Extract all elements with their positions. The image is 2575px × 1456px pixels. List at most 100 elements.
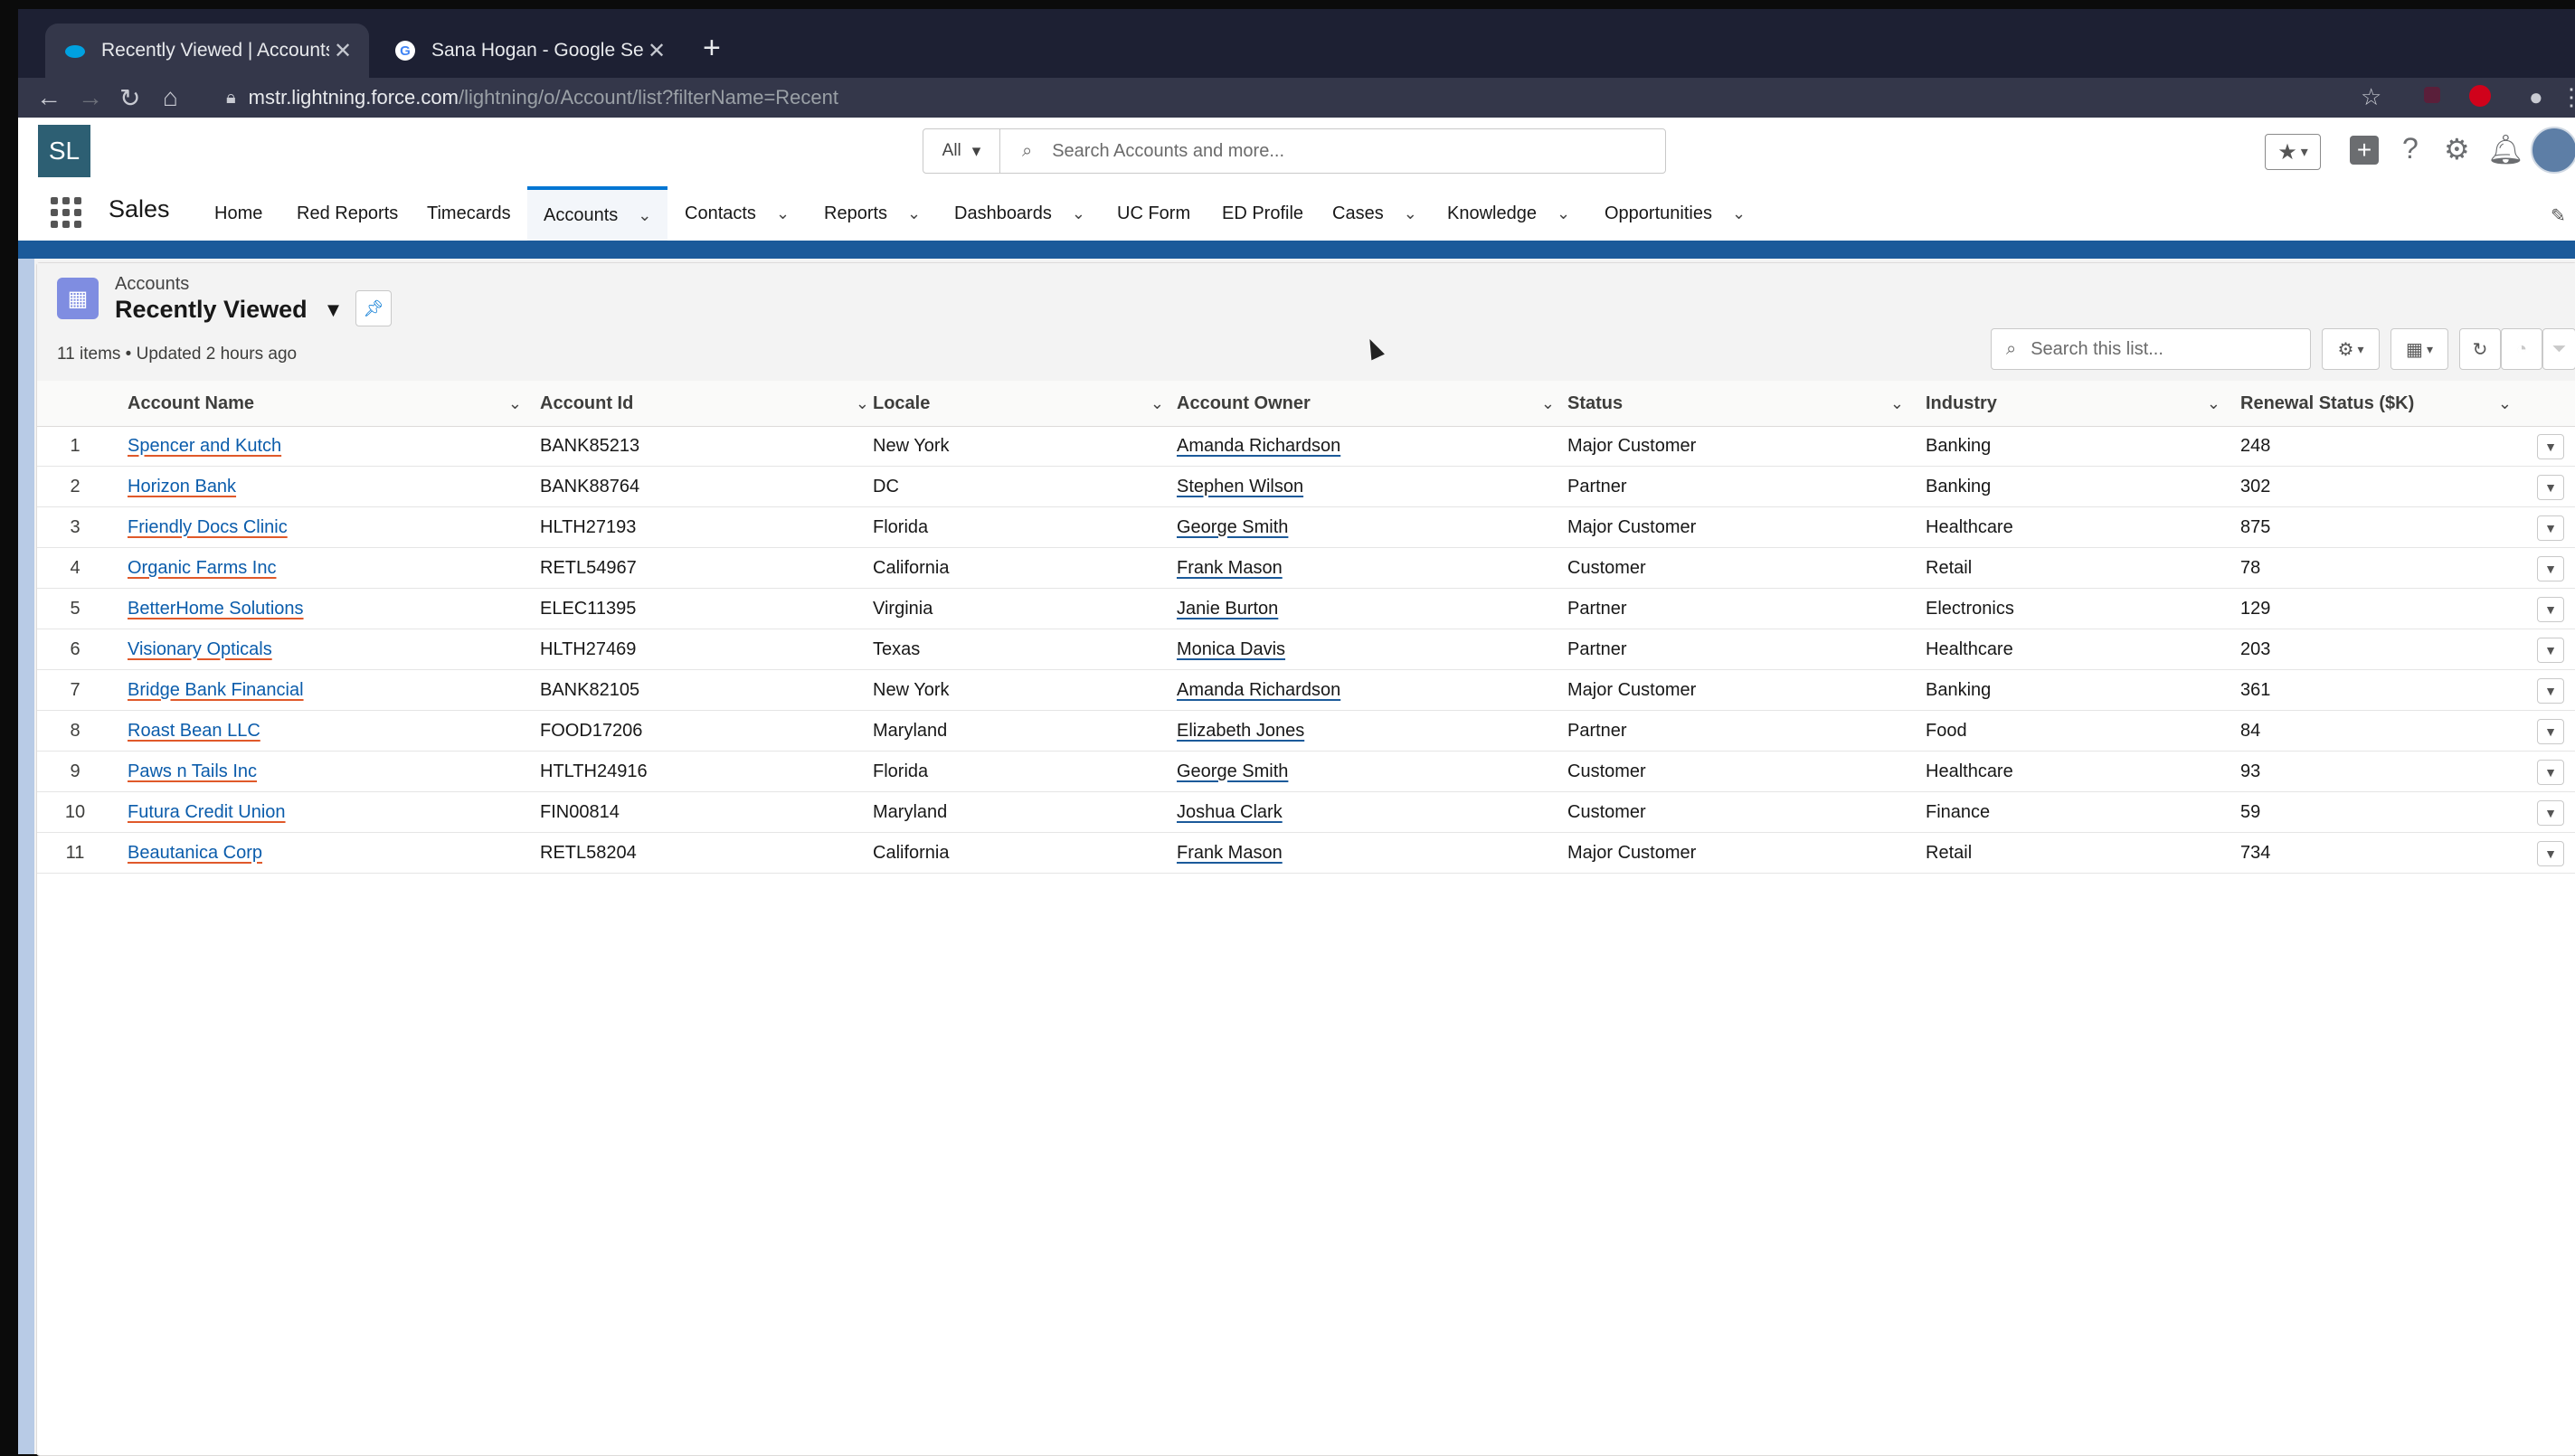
table-row[interactable]: 6 Visionary Opticals HLTH27469 Texas Monica … — [37, 629, 2575, 670]
chevron-down-icon[interactable]: ⌄ — [1072, 204, 1085, 223]
row-actions-dropdown-icon[interactable]: ▼ — [2537, 841, 2564, 866]
account-owner-link[interactable]: Monica Davis — [1177, 629, 1285, 669]
chevron-down-icon[interactable]: ⌄ — [1541, 394, 1555, 413]
column-header-locale[interactable]: Locale ⌄ — [873, 381, 1164, 426]
account-owner-link[interactable]: Amanda Richardson — [1177, 670, 1340, 710]
filter-button[interactable]: ⏷ — [2542, 328, 2575, 370]
extension-icon[interactable] — [2424, 87, 2440, 103]
column-header-status[interactable]: Status ⌄ — [1567, 381, 1904, 426]
account-owner-link[interactable]: George Smith — [1177, 752, 1288, 791]
setup-gear-icon[interactable]: ⚙ — [2444, 132, 2470, 166]
row-actions-dropdown-icon[interactable]: ▼ — [2537, 678, 2564, 704]
chevron-down-icon[interactable]: ⌄ — [2207, 394, 2220, 413]
account-name-link[interactable]: Bridge Bank Financial — [128, 670, 304, 710]
table-row[interactable]: 7 Bridge Bank Financial BANK82105 New York A… — [37, 670, 2575, 711]
forward-icon[interactable]: → — [78, 83, 103, 112]
chevron-down-icon[interactable]: ⌄ — [776, 204, 790, 223]
notifications-bell-icon[interactable]: 🔔︎ — [2487, 132, 2524, 166]
nav-item-accounts[interactable]: Accounts ⌄ — [527, 186, 668, 241]
account-owner-link[interactable]: Frank Mason — [1177, 833, 1283, 873]
search-scope-dropdown[interactable]: All ▾ — [923, 129, 1000, 173]
table-row[interactable]: 9 Paws n Tails Inc HTLTH24916 Florida George… — [37, 752, 2575, 792]
account-name-link[interactable]: Paws n Tails Inc — [128, 752, 257, 791]
row-actions-dropdown-icon[interactable]: ▼ — [2537, 800, 2564, 826]
account-owner-link[interactable]: Amanda Richardson — [1177, 426, 1340, 466]
help-icon[interactable]: ? — [2402, 132, 2419, 165]
table-row[interactable]: 8 Roast Bean LLC FOOD17206 Maryland Elizabet… — [37, 711, 2575, 752]
close-tab-icon[interactable]: ✕ — [643, 38, 670, 64]
nav-item-home[interactable]: Home — [214, 186, 262, 241]
display-as-button[interactable]: ▦ ▾ — [2390, 328, 2448, 370]
close-tab-icon[interactable]: ✕ — [329, 38, 356, 64]
home-icon[interactable]: ⌂ — [163, 83, 178, 112]
column-header-industry[interactable]: Industry ⌄ — [1926, 381, 2220, 426]
account-owner-link[interactable]: Stephen Wilson — [1177, 467, 1303, 506]
table-row[interactable]: 3 Friendly Docs Clinic HLTH27193 Florida Geo… — [37, 507, 2575, 548]
list-settings-button[interactable]: ⚙ ▾ — [2322, 328, 2380, 370]
user-avatar[interactable] — [2531, 127, 2575, 174]
account-name-link[interactable]: Horizon Bank — [128, 467, 236, 506]
nav-item-uc-form[interactable]: UC Form — [1117, 186, 1190, 241]
table-row[interactable]: 5 BetterHome Solutions ELEC11395 Virginia Ja… — [37, 589, 2575, 629]
global-search-input[interactable]: ⌕ Search Accounts and more... — [1000, 129, 1665, 173]
row-actions-dropdown-icon[interactable]: ▼ — [2537, 475, 2564, 500]
browser-tab-active[interactable]: Recently Viewed | Accounts | S ✕ — [45, 24, 369, 78]
row-actions-dropdown-icon[interactable]: ▼ — [2537, 434, 2564, 459]
chevron-down-icon[interactable]: ⌄ — [1557, 204, 1570, 223]
reload-icon[interactable]: ↻ — [119, 83, 140, 113]
table-row[interactable]: 1 Spencer and Kutch BANK85213 New York Amand… — [37, 426, 2575, 467]
nav-item-knowledge[interactable]: Knowledge ⌄ — [1447, 186, 1570, 241]
profile-icon[interactable]: ● — [2529, 83, 2543, 111]
account-name-link[interactable]: Visionary Opticals — [128, 629, 272, 669]
account-name-link[interactable]: Friendly Docs Clinic — [128, 507, 288, 547]
column-header-renewal-status[interactable]: Renewal Status ($K) ⌄ — [2240, 381, 2512, 426]
new-tab-icon[interactable]: + — [703, 31, 721, 66]
row-actions-dropdown-icon[interactable]: ▼ — [2537, 760, 2564, 785]
chevron-down-icon[interactable]: ⌄ — [638, 206, 651, 225]
nav-item-timecards[interactable]: Timecards — [427, 186, 511, 241]
browser-tab-google[interactable]: G Sana Hogan - Google Search ✕ — [375, 24, 683, 78]
column-header-account-id[interactable]: Account Id ⌄ — [540, 381, 869, 426]
bookmark-star-icon[interactable]: ☆ — [2361, 83, 2381, 111]
global-create-icon[interactable]: + — [2350, 136, 2379, 165]
chevron-down-icon[interactable]: ⌄ — [1890, 394, 1904, 413]
account-name-link[interactable]: BetterHome Solutions — [128, 589, 304, 629]
account-owner-link[interactable]: Janie Burton — [1177, 589, 1278, 629]
chevron-down-icon[interactable]: ⌄ — [2498, 394, 2512, 413]
account-name-link[interactable]: Beautanica Corp — [128, 833, 262, 873]
chevron-down-icon[interactable]: ⌄ — [1404, 204, 1417, 223]
menu-kebab-icon[interactable]: ⋮ — [2560, 83, 2575, 111]
list-view-picker[interactable]: Recently Viewed ▼ — [115, 296, 343, 324]
nav-item-cases[interactable]: Cases ⌄ — [1332, 186, 1417, 241]
account-owner-link[interactable]: Frank Mason — [1177, 548, 1283, 588]
account-owner-link[interactable]: George Smith — [1177, 507, 1288, 547]
row-actions-dropdown-icon[interactable]: ▼ — [2537, 556, 2564, 581]
table-row[interactable]: 4 Organic Farms Inc RETL54967 California Fra… — [37, 548, 2575, 589]
column-header-account-owner[interactable]: Account Owner ⌄ — [1177, 381, 1555, 426]
account-owner-link[interactable]: Joshua Clark — [1177, 792, 1283, 832]
extension-red-icon[interactable] — [2469, 85, 2491, 107]
chart-button[interactable]: ◔ — [2501, 328, 2542, 370]
column-header-account-name[interactable]: Account Name ⌄ — [128, 381, 522, 426]
nav-item-dashboards[interactable]: Dashboards ⌄ — [954, 186, 1085, 241]
row-actions-dropdown-icon[interactable]: ▼ — [2537, 515, 2564, 541]
refresh-button[interactable]: ↻ — [2459, 328, 2501, 370]
row-actions-dropdown-icon[interactable]: ▼ — [2537, 719, 2564, 744]
chevron-down-icon[interactable]: ⌄ — [1150, 394, 1164, 413]
account-owner-link[interactable]: Elizabeth Jones — [1177, 711, 1304, 751]
nav-item-opportunities[interactable]: Opportunities ⌄ — [1605, 186, 1746, 241]
account-name-link[interactable]: Roast Bean LLC — [128, 711, 260, 751]
app-launcher-icon[interactable] — [51, 197, 81, 228]
back-icon[interactable]: ← — [36, 83, 62, 112]
nav-item-ed-profile[interactable]: ED Profile — [1222, 186, 1303, 241]
account-name-link[interactable]: Spencer and Kutch — [128, 426, 281, 466]
table-row[interactable]: 11 Beautanica Corp RETL58204 California Fran… — [37, 833, 2575, 874]
favorites-button[interactable]: ★ ▾ — [2265, 134, 2321, 170]
table-row[interactable]: 10 Futura Credit Union FIN00814 Maryland Jos… — [37, 792, 2575, 833]
chevron-down-icon[interactable]: ⌄ — [907, 204, 921, 223]
account-name-link[interactable]: Organic Farms Inc — [128, 548, 276, 588]
search-list-input[interactable]: ⌕ Search this list... — [1991, 328, 2311, 370]
org-logo[interactable]: SL — [38, 125, 90, 177]
chevron-down-icon[interactable]: ⌄ — [1732, 204, 1746, 223]
chevron-down-icon[interactable]: ⌄ — [508, 394, 522, 413]
